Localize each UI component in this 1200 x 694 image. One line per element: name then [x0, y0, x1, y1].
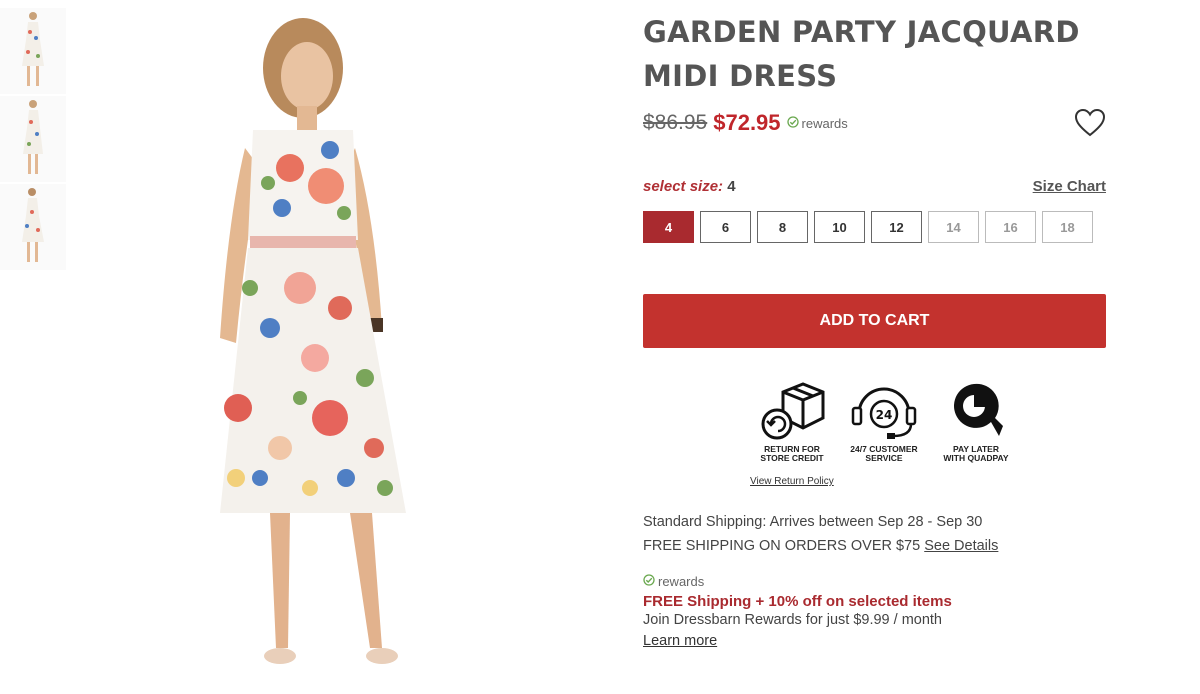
product-title-line1: GARDEN PARTY JACQUARD [643, 15, 1080, 49]
original-price: $86.95 [643, 111, 708, 134]
feature-support-line2: SERVICE [865, 453, 903, 463]
size-option[interactable]: 14 [928, 211, 979, 243]
quadpay-logo-icon [935, 378, 1017, 442]
select-size-label: select size: [643, 178, 724, 195]
see-details-link[interactable]: See Details [924, 538, 998, 554]
size-option[interactable]: 18 [1042, 211, 1093, 243]
feature-return-line2: STORE CREDIT [760, 453, 824, 463]
rewards-program-label: rewards [658, 574, 705, 589]
rewards-promo-text: FREE Shipping + 10% off on selected item… [643, 593, 952, 610]
rewards-badge-label: rewards [801, 115, 848, 131]
size-option[interactable]: 12 [871, 211, 922, 243]
size-option[interactable]: 16 [985, 211, 1036, 243]
thumbnail-list [0, 8, 68, 272]
thumbnail-side[interactable] [0, 96, 66, 182]
check-circle-icon [786, 115, 799, 131]
size-option[interactable]: 8 [757, 211, 808, 243]
free-shipping-line: FREE SHIPPING ON ORDERS OVER $75 See Det… [643, 534, 1106, 558]
check-circle-icon [643, 574, 655, 589]
price-row: $86.95 $72.95 rewards [643, 108, 1106, 138]
product-main-image [150, 8, 480, 688]
feature-quadpay-label: PAY LATER WITH QUADPAY [935, 445, 1017, 463]
size-option[interactable]: 10 [814, 211, 865, 243]
size-option[interactable]: 6 [700, 211, 751, 243]
size-label-group: select size: 4 [643, 178, 736, 195]
return-box-icon [751, 378, 833, 442]
size-options: 4 6 8 10 12 14 16 18 [643, 211, 1106, 243]
feature-quadpay: PAY LATER WITH QUADPAY [935, 378, 1017, 463]
rewards-program-badge: rewards [643, 574, 1106, 589]
product-info-panel: GARDEN PARTY JACQUARD MIDI DRESS $86.95 … [643, 10, 1106, 650]
feature-return: RETURN FOR STORE CREDIT [751, 378, 833, 463]
size-option[interactable]: 4 [643, 211, 694, 243]
standard-shipping-text: Standard Shipping: Arrives between Sep 2… [643, 514, 983, 530]
thumbnail-front[interactable] [0, 8, 66, 94]
rewards-badge: rewards [786, 115, 848, 131]
thumbnail-back[interactable] [0, 184, 66, 270]
product-title-line2: MIDI DRESS [643, 59, 838, 93]
feature-support-label: 24/7 CUSTOMER SERVICE [843, 445, 925, 463]
size-chart-link[interactable]: Size Chart [1033, 178, 1106, 195]
wishlist-heart-icon[interactable] [1074, 108, 1106, 138]
view-return-policy-link[interactable]: View Return Policy [750, 476, 834, 487]
feature-support: 24 24/7 CUSTOMER SERVICE [843, 378, 925, 463]
product-title: GARDEN PARTY JACQUARD MIDI DRESS [643, 10, 1106, 98]
rewards-program: rewards FREE Shipping + 10% off on selec… [643, 574, 1106, 650]
feature-quadpay-line2: WITH QUADPAY [943, 453, 1009, 463]
size-selector-header: select size: 4 Size Chart [643, 178, 1106, 195]
rewards-join-text: Join Dressbarn Rewards for just $9.99 / … [643, 612, 942, 628]
svg-text:24: 24 [876, 408, 893, 422]
headset-24-icon: 24 [843, 378, 925, 442]
learn-more-link[interactable]: Learn more [643, 633, 717, 649]
free-shipping-text: FREE SHIPPING ON ORDERS OVER $75 [643, 538, 921, 554]
selected-size-value: 4 [727, 178, 736, 195]
shipping-info: Standard Shipping: Arrives between Sep 2… [643, 510, 1106, 558]
service-features: RETURN FOR STORE CREDIT 24 24/7 CUSTOMER… [751, 378, 1106, 463]
feature-return-label: RETURN FOR STORE CREDIT [751, 445, 833, 463]
add-to-cart-button[interactable]: ADD TO CART [643, 294, 1106, 348]
sale-price: $72.95 [713, 110, 781, 135]
